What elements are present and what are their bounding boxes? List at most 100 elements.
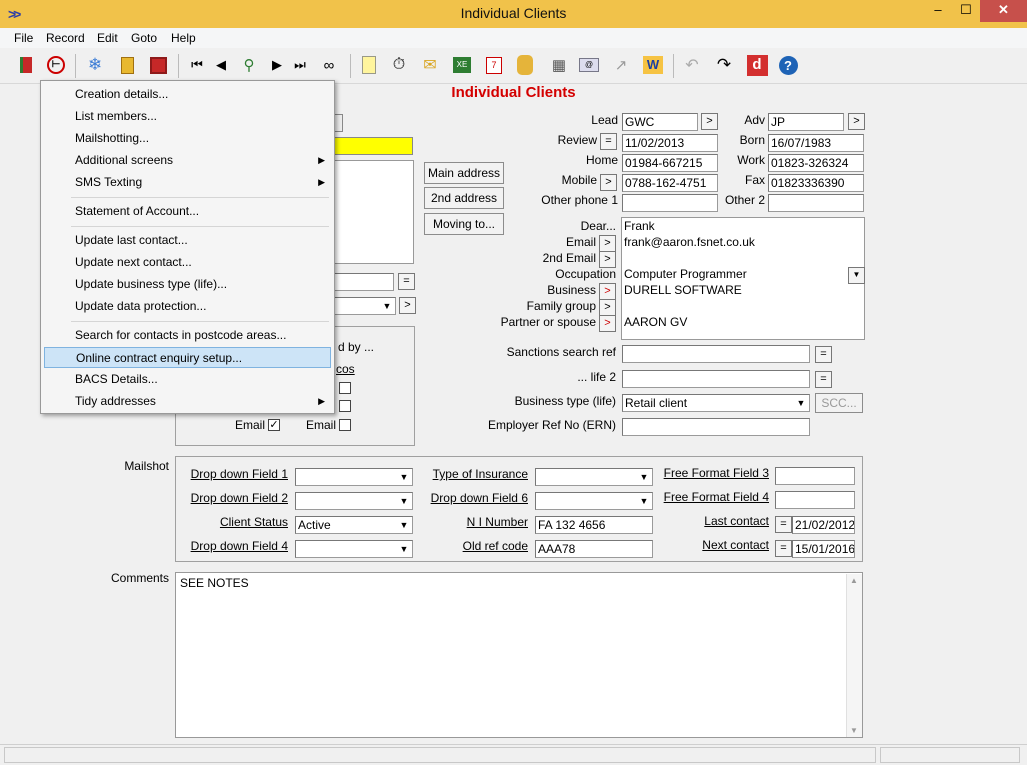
trash-icon[interactable] bbox=[116, 54, 138, 76]
calendar-icon[interactable]: 7 bbox=[483, 54, 505, 76]
chevron-down-icon[interactable]: ▼ bbox=[793, 395, 809, 411]
family-group-go-button[interactable]: > bbox=[599, 299, 616, 316]
mobile-go-button[interactable]: > bbox=[600, 174, 617, 191]
main-address-button[interactable]: Main address bbox=[424, 162, 504, 184]
email-value[interactable]: frank@aaron.fsnet.co.uk bbox=[624, 235, 755, 249]
glasses-icon[interactable]: ∞ bbox=[318, 54, 340, 76]
other-phone-1-field[interactable] bbox=[622, 194, 718, 212]
last-contact-equals-button[interactable]: = bbox=[775, 516, 792, 533]
dd1-select[interactable]: ▼ bbox=[295, 468, 413, 486]
client-status-select[interactable]: Active ▼ bbox=[295, 516, 413, 534]
coins-icon[interactable] bbox=[514, 54, 536, 76]
next-contact-field[interactable]: 15/01/2016 bbox=[792, 540, 855, 558]
occupation-value[interactable]: Computer Programmer bbox=[624, 267, 747, 281]
menu-file[interactable]: File bbox=[14, 31, 33, 45]
sanctions-ref-field[interactable] bbox=[622, 345, 810, 363]
next-contact-label[interactable]: Next contact bbox=[660, 538, 769, 552]
menu-item-statement-of-account[interactable]: Statement of Account... bbox=[44, 201, 331, 222]
partial-field-1[interactable] bbox=[333, 273, 394, 291]
email-go-button[interactable]: > bbox=[599, 235, 616, 252]
business-value[interactable]: DURELL SOFTWARE bbox=[624, 283, 742, 297]
menu-item-bacs-details[interactable]: BACS Details... bbox=[44, 369, 331, 390]
address-box[interactable] bbox=[333, 160, 414, 264]
scroll-up-icon[interactable]: ▲ bbox=[850, 576, 858, 585]
highlighted-field[interactable] bbox=[333, 137, 413, 155]
work-phone-field[interactable]: 01823-326324 bbox=[768, 154, 864, 172]
born-field[interactable]: 16/07/1983 bbox=[768, 134, 864, 152]
chevron-down-icon[interactable]: ▼ bbox=[636, 469, 652, 485]
life2-equals-button[interactable]: = bbox=[815, 371, 832, 388]
chevron-down-icon[interactable]: ▼ bbox=[396, 517, 412, 533]
occupation-dropdown[interactable]: ▼ bbox=[848, 267, 865, 284]
sanctions-equals-button[interactable]: = bbox=[815, 346, 832, 363]
last-contact-field[interactable]: 21/02/2012 bbox=[792, 516, 855, 534]
adv-go-button[interactable]: > bbox=[848, 113, 865, 130]
menu-item-tidy-addresses[interactable]: Tidy addresses ▶ bbox=[44, 391, 331, 412]
menu-item-update-last-contact[interactable]: Update last contact... bbox=[44, 230, 331, 251]
dd1-label[interactable]: Drop down Field 1 bbox=[180, 467, 288, 481]
ni-number-label[interactable]: N I Number bbox=[420, 515, 528, 529]
second-email-go-button[interactable]: > bbox=[599, 251, 616, 268]
ff4-label[interactable]: Free Format Field 4 bbox=[660, 490, 769, 504]
next-contact-equals-button[interactable]: = bbox=[775, 540, 792, 557]
review-field[interactable]: 11/02/2013 bbox=[622, 134, 718, 152]
chevron-down-icon[interactable]: ▼ bbox=[396, 493, 412, 509]
old-ref-field[interactable]: AAA78 bbox=[535, 540, 653, 558]
business-go-button[interactable]: > bbox=[599, 283, 616, 300]
menu-record[interactable]: Record bbox=[46, 31, 85, 45]
word-icon[interactable]: W bbox=[642, 54, 664, 76]
next-record-icon[interactable]: ▶ bbox=[266, 54, 288, 76]
second-address-button[interactable]: 2nd address bbox=[424, 187, 504, 209]
scroll-down-icon[interactable]: ▼ bbox=[850, 726, 858, 735]
menu-goto[interactable]: Goto bbox=[131, 31, 157, 45]
dd4-select[interactable]: ▼ bbox=[295, 540, 413, 558]
email-pref-checkbox[interactable]: ✓ bbox=[268, 419, 280, 431]
chevron-down-icon[interactable]: ▼ bbox=[396, 469, 412, 485]
old-ref-label[interactable]: Old ref code bbox=[420, 539, 528, 553]
partner-go-button[interactable]: > bbox=[599, 315, 616, 332]
minimize-button[interactable]: ‒ bbox=[924, 0, 952, 22]
checkbox[interactable] bbox=[339, 382, 351, 394]
mobile-field[interactable]: 0788-162-4751 bbox=[622, 174, 718, 192]
checkbox[interactable] bbox=[339, 400, 351, 412]
scc-button[interactable]: SCC... bbox=[815, 393, 863, 413]
comments-textarea[interactable]: SEE NOTES bbox=[175, 572, 863, 738]
dear-value[interactable]: Frank bbox=[624, 219, 655, 233]
dd4-label[interactable]: Drop down Field 4 bbox=[180, 539, 288, 553]
equals-button[interactable]: = bbox=[398, 273, 415, 290]
notes-icon[interactable] bbox=[358, 54, 380, 76]
exit-icon[interactable] bbox=[15, 54, 37, 76]
first-record-icon[interactable]: ⏮ bbox=[186, 54, 208, 76]
excel-icon[interactable]: XE bbox=[451, 54, 473, 76]
email-icon[interactable]: @ bbox=[578, 54, 600, 76]
lead-field[interactable]: GWC bbox=[622, 113, 698, 131]
menu-item-update-business-type[interactable]: Update business type (life)... bbox=[44, 274, 331, 295]
insurance-label[interactable]: Type of Insurance bbox=[420, 467, 528, 481]
maximize-button[interactable]: ☐ bbox=[952, 0, 980, 22]
find-icon[interactable]: ⚲ bbox=[238, 54, 260, 76]
snowflake-icon[interactable]: ❄ bbox=[84, 54, 106, 76]
menu-item-update-data-protection[interactable]: Update data protection... bbox=[44, 296, 331, 317]
moving-to-button[interactable]: Moving to... bbox=[424, 213, 504, 235]
menu-item-update-next-contact[interactable]: Update next contact... bbox=[44, 252, 331, 273]
letter-icon[interactable]: ✉ bbox=[419, 54, 441, 76]
redo-icon[interactable]: ↷ bbox=[713, 54, 735, 76]
chevron-down-icon[interactable]: ▼ bbox=[636, 493, 652, 509]
menu-item-additional-screens[interactable]: Additional screens ▶ bbox=[44, 150, 331, 171]
save-icon[interactable] bbox=[147, 54, 169, 76]
comments-scrollbar[interactable]: ▲ ▼ bbox=[846, 574, 862, 737]
menu-item-creation-details[interactable]: Creation details... bbox=[44, 84, 331, 105]
d-logo-icon[interactable]: d bbox=[746, 54, 768, 76]
email-pref-checkbox-2[interactable] bbox=[339, 419, 351, 431]
ff3-label[interactable]: Free Format Field 3 bbox=[660, 466, 769, 480]
stopwatch-icon[interactable]: ⏱ bbox=[388, 54, 410, 76]
last-record-icon[interactable]: ⏭ bbox=[289, 54, 311, 76]
go-button[interactable]: > bbox=[399, 297, 416, 314]
help-icon[interactable]: ? bbox=[777, 54, 799, 76]
ff3-field[interactable] bbox=[775, 467, 855, 485]
undo-icon[interactable]: ↶ bbox=[681, 54, 703, 76]
chevron-down-icon[interactable]: ▼ bbox=[396, 541, 412, 557]
menu-item-list-members[interactable]: List members... bbox=[44, 106, 331, 127]
calculator-icon[interactable]: ▦ bbox=[548, 54, 570, 76]
review-equals-button[interactable]: = bbox=[600, 133, 617, 150]
